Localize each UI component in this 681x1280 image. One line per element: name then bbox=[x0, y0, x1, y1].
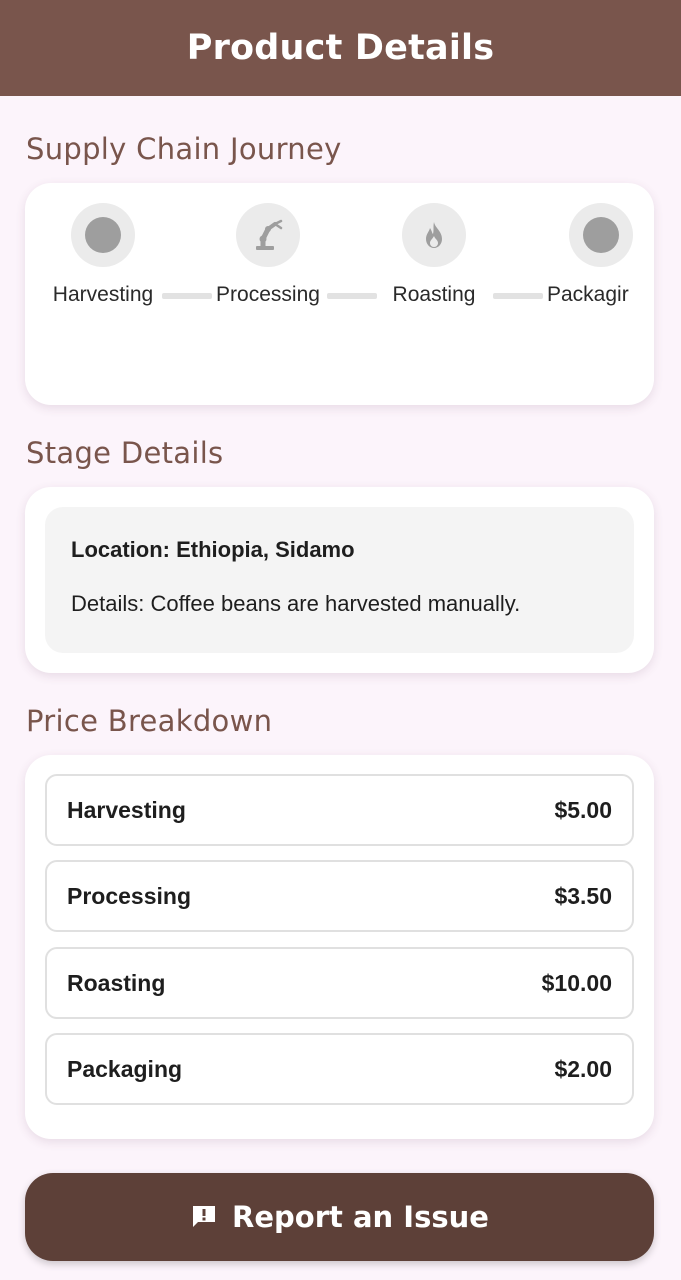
page-title: Product Details bbox=[186, 28, 495, 68]
price-item-name: Packaging bbox=[67, 1055, 183, 1082]
stage-circle bbox=[71, 203, 135, 267]
stage-details-panel: Location: Ethiopia, Sidamo Details: Coff… bbox=[45, 507, 634, 653]
stage-roasting[interactable]: Roasting bbox=[369, 203, 499, 307]
report-issue-label: Report an Issue bbox=[232, 1200, 489, 1234]
price-row-processing: Processing $3.50 bbox=[45, 860, 634, 932]
price-item-value: $2.00 bbox=[554, 1055, 612, 1082]
price-breakdown-card: Harvesting $5.00 Processing $3.50 Roasti… bbox=[25, 755, 654, 1139]
stage-details-title: Stage Details bbox=[26, 436, 224, 470]
stage-label: Roasting bbox=[392, 283, 476, 306]
supply-chain-journey-card: Harvesting Processing Roasting Packagir bbox=[25, 183, 654, 405]
price-item-name: Processing bbox=[67, 882, 191, 909]
price-row-harvesting: Harvesting $5.00 bbox=[45, 774, 634, 846]
price-item-value: $10.00 bbox=[541, 969, 612, 996]
robot-arm-icon bbox=[256, 219, 283, 250]
stage-circle bbox=[236, 203, 300, 267]
circle-dot-icon bbox=[85, 217, 121, 253]
flame-icon bbox=[426, 222, 442, 248]
price-item-value: $3.50 bbox=[554, 882, 612, 909]
price-breakdown-title: Price Breakdown bbox=[26, 704, 273, 738]
price-row-roasting: Roasting $10.00 bbox=[45, 947, 634, 1019]
stage-harvesting[interactable]: Harvesting bbox=[38, 203, 168, 307]
supply-chain-title: Supply Chain Journey bbox=[26, 132, 342, 166]
stage-circle bbox=[402, 203, 466, 267]
report-icon bbox=[193, 1206, 216, 1227]
stage-circle bbox=[569, 203, 633, 267]
price-item-value: $5.00 bbox=[554, 796, 612, 823]
price-row-packaging: Packaging $2.00 bbox=[45, 1033, 634, 1105]
stage-label: Processing bbox=[216, 283, 320, 306]
stage-label: Harvesting bbox=[52, 283, 154, 306]
stage-description: Details: Coffee beans are harvested manu… bbox=[71, 591, 521, 616]
stage-details-card: Location: Ethiopia, Sidamo Details: Coff… bbox=[25, 487, 654, 673]
stage-label: Packagir bbox=[547, 283, 629, 306]
stage-processing[interactable]: Processing bbox=[203, 203, 333, 307]
app-bar: Product Details bbox=[0, 0, 681, 96]
report-issue-button[interactable]: Report an Issue bbox=[25, 1173, 654, 1261]
stage-packaging[interactable]: Packagir bbox=[535, 203, 654, 307]
price-item-name: Harvesting bbox=[67, 796, 186, 823]
circle-dot-icon bbox=[583, 217, 619, 253]
stage-location: Location: Ethiopia, Sidamo bbox=[71, 537, 355, 562]
price-item-name: Roasting bbox=[67, 969, 166, 996]
